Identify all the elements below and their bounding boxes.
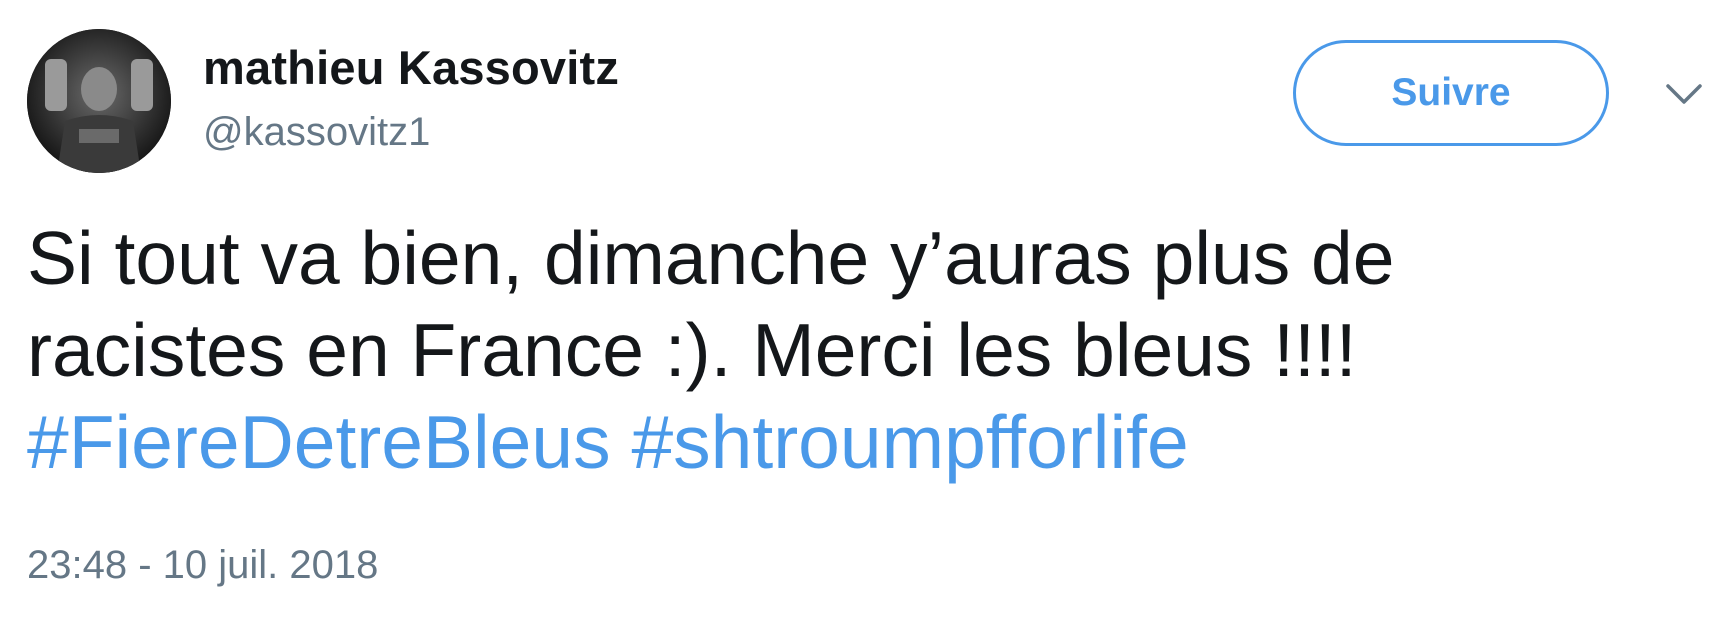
follow-button[interactable]: Suivre <box>1293 40 1609 146</box>
hashtag-line: #FiereDetreBleus #shtroumpfforlife <box>27 396 1687 488</box>
hashtag-link[interactable]: #FiereDetreBleus <box>27 400 611 484</box>
avatar[interactable] <box>27 29 171 173</box>
display-name[interactable]: mathieu Kassovitz <box>203 40 619 95</box>
user-handle[interactable]: @kassovitz1 <box>203 110 430 155</box>
tweet-text: Si tout va bien, dimanche y’auras plus d… <box>27 212 1687 488</box>
tweet-text-line: Si tout va bien, dimanche y’auras plus d… <box>27 216 1395 300</box>
chevron-down-icon[interactable] <box>1664 80 1704 110</box>
tweet-text-line: racistes en France :). Merci les bleus !… <box>27 308 1357 392</box>
tweet-card: mathieu Kassovitz @kassovitz1 Suivre Si … <box>0 0 1718 620</box>
profile-photo-icon <box>27 29 171 173</box>
hashtag-link[interactable]: #shtroumpfforlife <box>631 400 1188 484</box>
timestamp[interactable]: 23:48 - 10 juil. 2018 <box>27 543 378 588</box>
